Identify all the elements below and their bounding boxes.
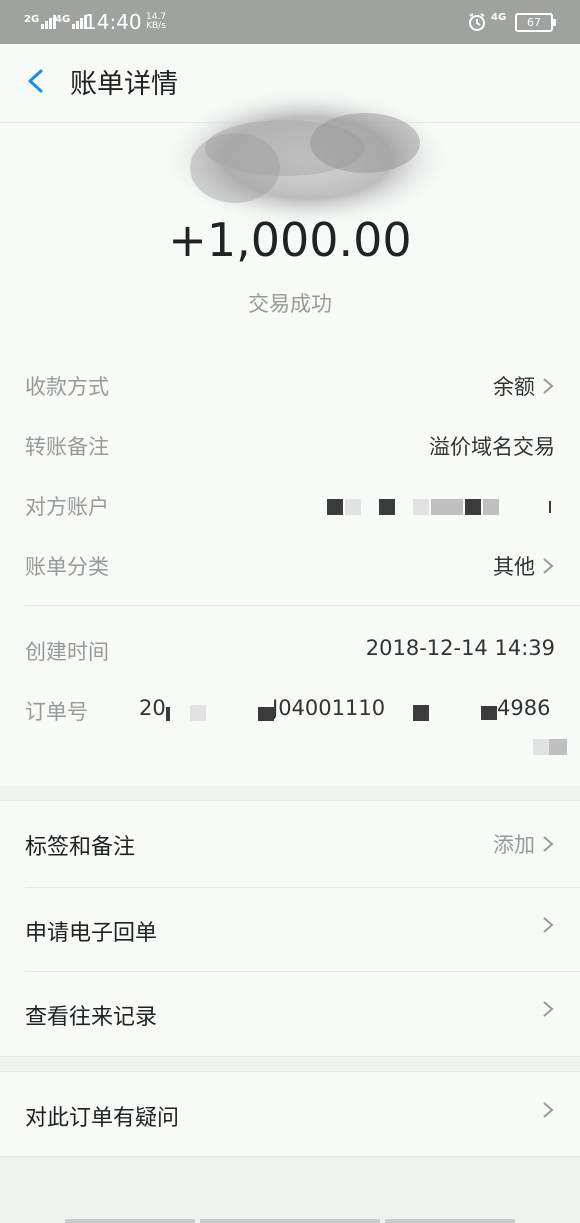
order-question-section: 对此订单有疑问 <box>0 1071 580 1157</box>
clock: 14:40 <box>84 10 142 34</box>
speed-unit: KB/s <box>146 21 166 31</box>
bill-summary-card: +1,000.00 交易成功 收款方式 余额 转账备注 溢价域名交易 对方账户 … <box>0 90 580 786</box>
chevron-right-icon <box>543 917 554 933</box>
request-e-receipt-label: 申请电子回单 <box>25 921 158 946</box>
signal-2-label: 4G <box>55 13 71 25</box>
back-button[interactable] <box>22 66 52 96</box>
request-e-receipt-arrow <box>535 915 555 935</box>
payment-method-value[interactable]: 余额 <box>493 371 555 401</box>
payment-method-text: 余额 <box>493 375 535 399</box>
nav-segment-recent[interactable] <box>385 1219 515 1223</box>
chevron-right-icon <box>543 1102 554 1118</box>
order-number-part-3: 4986 <box>497 696 551 720</box>
chevron-right-icon <box>543 1001 554 1017</box>
bill-category-text: 其他 <box>493 555 535 579</box>
request-e-receipt-item[interactable]: 申请电子回单 <box>0 887 580 971</box>
tags-add-text: 添加 <box>493 833 535 857</box>
payment-method-label: 收款方式 <box>25 375 109 399</box>
order-number-part-1: 20 <box>139 696 166 720</box>
alarm-icon <box>467 0 487 44</box>
chevron-left-icon <box>28 69 43 93</box>
bottom-gesture-bar <box>0 1215 580 1223</box>
created-time-value: 2018-12-14 14:39 <box>365 636 555 660</box>
tags-add-action: 添加 <box>493 829 555 859</box>
order-question-arrow <box>535 1100 555 1120</box>
tags-and-notes-item[interactable]: 标签和备注 添加 <box>0 801 580 885</box>
battery-level: 67 <box>527 15 541 29</box>
details-divider <box>25 605 580 606</box>
view-history-item[interactable]: 查看往来记录 <box>0 971 580 1055</box>
counterparty-avatar <box>167 90 447 226</box>
nav-segment-home[interactable] <box>200 1219 380 1223</box>
chevron-right-icon <box>543 378 554 394</box>
tags-and-notes-label: 标签和备注 <box>25 835 136 860</box>
transfer-note-label: 转账备注 <box>25 435 109 459</box>
order-question-item[interactable]: 对此订单有疑问 <box>0 1072 580 1156</box>
signal-indicator-2: 4G <box>55 0 88 44</box>
battery-icon: 67 <box>515 0 556 44</box>
transaction-status: 交易成功 <box>248 292 332 316</box>
view-history-label: 查看往来记录 <box>25 1005 158 1030</box>
page-title: 账单详情 <box>70 69 178 100</box>
created-time-label: 创建时间 <box>25 640 109 664</box>
bill-actions-section: 标签和备注 添加 申请电子回单 查看往来记录 <box>0 800 580 1057</box>
network-speed: 14.7 KB/s <box>146 0 166 44</box>
nav-segment-back[interactable] <box>65 1219 195 1223</box>
status-bar: 2G 4G 14:40 14.7 KB/s 4G 67 <box>0 0 580 44</box>
signal-bars-icon <box>41 15 57 29</box>
chevron-right-icon <box>543 836 554 852</box>
bill-category-label: 账单分类 <box>25 555 109 579</box>
order-question-label: 对此订单有疑问 <box>25 1106 180 1131</box>
transaction-amount: +1,000.00 <box>168 213 412 267</box>
signal-indicator-1: 2G <box>24 0 57 44</box>
signal-1-label: 2G <box>24 13 40 25</box>
counterparty-account-label: 对方账户 <box>25 495 109 519</box>
order-number-label: 订单号 <box>25 700 88 724</box>
view-history-arrow <box>535 999 555 1019</box>
transfer-note-value: 溢价域名交易 <box>429 435 555 459</box>
order-number-part-2: J04001110 <box>272 696 386 720</box>
chevron-right-icon <box>543 558 554 574</box>
bill-category-value[interactable]: 其他 <box>493 551 555 581</box>
